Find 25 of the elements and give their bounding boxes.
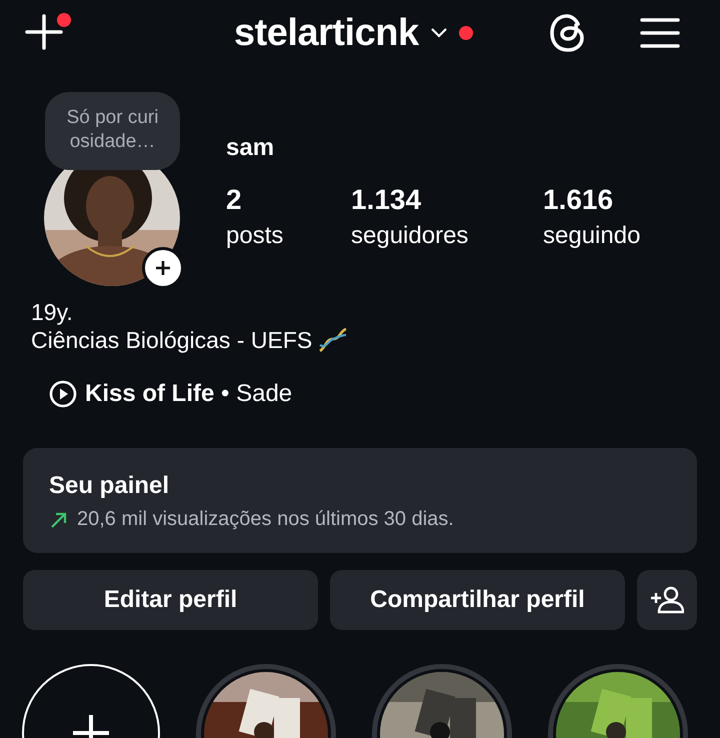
stat-count[interactable]: 1.616 [543, 184, 640, 216]
play-icon [49, 380, 77, 408]
dashboard-title: Seu painel [49, 472, 170, 500]
bio-text: 19y. [31, 298, 73, 326]
add-person-button[interactable] [637, 570, 697, 630]
display-name: sam [226, 134, 276, 162]
dashboard-card[interactable]: Seu painel 20,6 mil visualizações nos últimos 30 dias. [23, 448, 697, 553]
stat-label[interactable]: seguindo [543, 222, 640, 250]
username: stelarticnk [234, 12, 419, 54]
stat-label: posts [226, 222, 284, 250]
stat-count[interactable]: 1.134 [351, 184, 543, 216]
edit-profile-button[interactable]: Editar perfil [23, 570, 318, 630]
add-person-icon [650, 586, 684, 614]
note-tooltip[interactable]: Só por curiosidade… [45, 92, 180, 170]
stat-label[interactable]: seguidores [351, 222, 543, 250]
plus-icon [154, 259, 172, 277]
chevron-down-icon [428, 26, 449, 40]
account-switcher[interactable]: stelarticnk [234, 12, 473, 54]
dna-icon [318, 327, 348, 353]
stat-count: 2 [226, 184, 243, 216]
dashboard-subtitle: 20,6 mil visualizações nos últimos 30 dias. [77, 508, 454, 531]
share-profile-button[interactable]: Compartilhar perfil [330, 570, 625, 630]
menu-icon[interactable] [640, 17, 680, 49]
bio-text: Ciências Biológicas - UEFS [31, 326, 312, 354]
music-link[interactable]: Kiss of Life • Sade [49, 380, 292, 408]
